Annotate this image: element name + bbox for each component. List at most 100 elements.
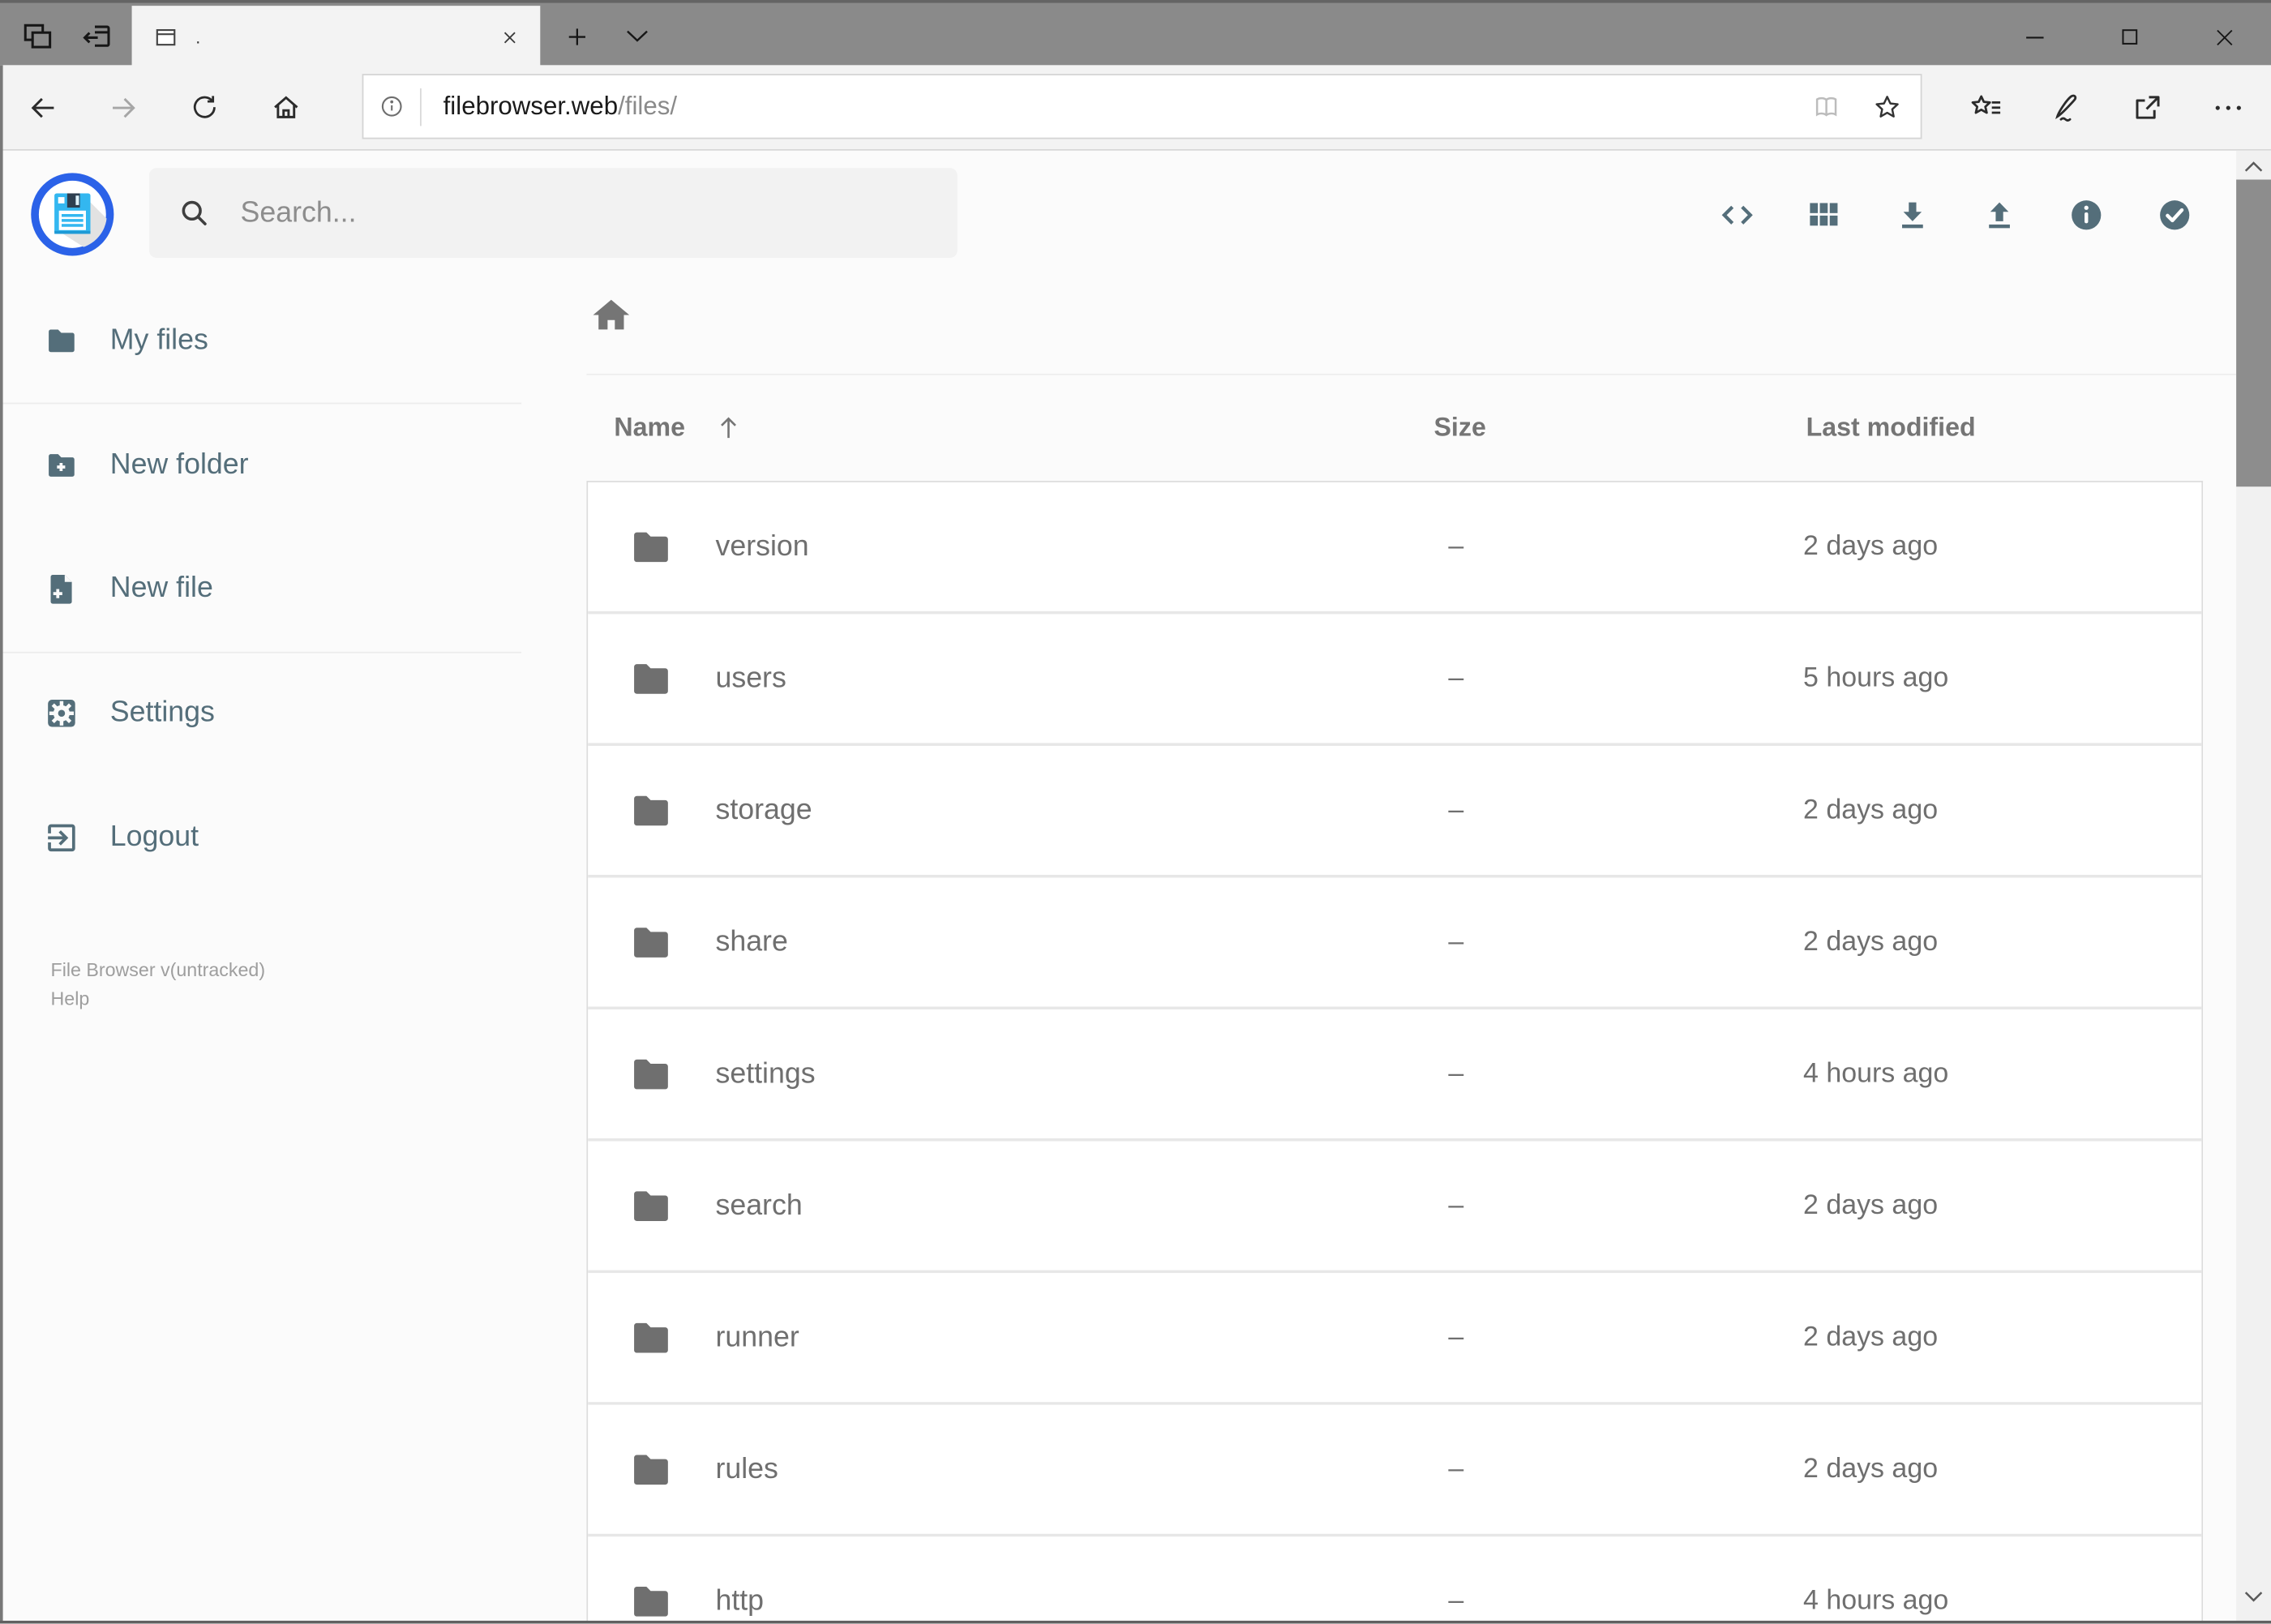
column-header-name[interactable]: Name <box>614 413 685 443</box>
home-button[interactable] <box>256 78 314 135</box>
sidebar-item-logout[interactable]: Logout <box>0 803 586 870</box>
site-info-icon[interactable] <box>378 92 405 120</box>
back-button[interactable] <box>13 78 71 135</box>
address-bar[interactable]: filebrowser.web/files/ <box>362 74 1922 139</box>
table-row[interactable]: search – 2 days ago <box>588 1141 2202 1274</box>
sidebar-item-my-files[interactable]: My files <box>0 307 586 374</box>
sidebar-item-new-file[interactable]: New file <box>0 555 586 621</box>
window-border-left <box>0 65 3 1624</box>
forward-icon <box>106 91 139 124</box>
browser-window: . filebrowser.web/files/ Search... My fi… <box>0 0 2271 1624</box>
file-modified: 2 days ago <box>1803 530 1939 562</box>
file-name: storage <box>715 793 812 826</box>
browser-navbar: filebrowser.web/files/ <box>0 65 2271 151</box>
folder-icon <box>627 1446 675 1493</box>
logout-icon <box>44 819 110 855</box>
sidebar-divider <box>0 402 522 405</box>
table-row[interactable]: share – 2 days ago <box>588 877 2202 1010</box>
browser-tab[interactable]: . <box>131 6 541 68</box>
refresh-button[interactable] <box>175 78 233 135</box>
sidebar-item-settings[interactable]: Settings <box>0 679 586 746</box>
scrollbar-thumb[interactable] <box>2236 179 2271 487</box>
breadcrumb-home-button[interactable] <box>585 289 637 341</box>
table-row[interactable]: users – 5 hours ago <box>588 614 2202 746</box>
search-input[interactable] <box>237 195 943 231</box>
minimize-icon <box>2022 24 2048 49</box>
file-modified: 4 hours ago <box>1803 1057 1949 1089</box>
table-row[interactable]: settings – 4 hours ago <box>588 1009 2202 1142</box>
sort-ascending-icon[interactable] <box>713 410 744 445</box>
folder-icon <box>627 1577 675 1624</box>
search-box[interactable] <box>148 168 958 258</box>
share-button[interactable] <box>2118 78 2175 135</box>
table-row[interactable]: version – 2 days ago <box>588 482 2202 615</box>
view-module-icon <box>1805 195 1842 233</box>
file-modified: 2 days ago <box>1803 1453 1939 1485</box>
url-separator <box>420 88 422 126</box>
check-circle-icon <box>2154 195 2193 234</box>
set-tabs-aside-button[interactable] <box>72 16 122 57</box>
settings-gear-icon <box>44 695 110 731</box>
refresh-icon <box>188 92 220 123</box>
more-button[interactable] <box>2199 78 2256 135</box>
window-close-button[interactable] <box>2192 6 2258 68</box>
file-modified: 2 days ago <box>1803 926 1939 957</box>
table-row[interactable]: rules – 2 days ago <box>588 1404 2202 1537</box>
page-icon <box>152 24 180 49</box>
filebrowser-app: My files New folder <box>0 150 2271 1624</box>
column-header-modified[interactable]: Last modified <box>1806 413 1976 443</box>
annotate-button[interactable] <box>2037 78 2094 135</box>
folder-icon <box>627 1313 675 1361</box>
set-tabs-aside-icon <box>77 19 118 54</box>
folder-icon <box>627 1050 675 1098</box>
forward-button[interactable] <box>94 78 152 135</box>
window-maximize-button[interactable] <box>2096 6 2162 68</box>
select-multiple-button[interactable] <box>2142 182 2206 246</box>
favorites-hub-button[interactable] <box>1956 78 2014 135</box>
folder-plus-icon <box>44 447 110 483</box>
home-icon <box>589 294 633 338</box>
tab-close-icon[interactable] <box>497 24 523 49</box>
new-tab-button[interactable] <box>553 17 599 54</box>
pen-icon <box>2047 89 2084 126</box>
scrollbar-down-icon[interactable] <box>2242 1588 2265 1605</box>
page-scrollbar[interactable] <box>2236 150 2271 1624</box>
tab-preview-button[interactable] <box>15 16 61 57</box>
new-tab-icon <box>564 24 589 48</box>
sidebar-item-label: Logout <box>109 820 199 853</box>
sidebar-item-new-folder[interactable]: New folder <box>0 431 586 498</box>
info-button[interactable] <box>2054 182 2118 246</box>
maximize-icon <box>2119 26 2140 48</box>
filebrowser-logo[interactable] <box>31 173 115 257</box>
download-button[interactable] <box>1880 182 1944 246</box>
folder-icon <box>627 919 675 966</box>
code-view-button[interactable] <box>1705 182 1769 246</box>
tab-list-button[interactable] <box>614 17 660 54</box>
folder-icon <box>627 654 675 702</box>
file-size: – <box>1448 662 1464 693</box>
info-circle-icon <box>2066 195 2105 234</box>
reading-view-icon[interactable] <box>1810 91 1842 122</box>
file-name: search <box>715 1189 803 1221</box>
window-minimize-button[interactable] <box>2002 6 2068 68</box>
grid-view-icon[interactable] <box>1792 182 1856 246</box>
hub-icon <box>1968 89 2004 126</box>
url-path: /files/ <box>618 91 678 121</box>
content-divider <box>586 373 2237 375</box>
column-header-size[interactable]: Size <box>1433 413 1485 443</box>
file-size: – <box>1448 926 1464 957</box>
home-icon <box>268 91 302 124</box>
table-row[interactable]: runner – 2 days ago <box>588 1273 2202 1405</box>
help-link[interactable]: Help <box>51 985 266 1014</box>
file-size: – <box>1448 1189 1464 1221</box>
scrollbar-up-icon[interactable] <box>2242 158 2265 175</box>
file-name: rules <box>715 1452 778 1485</box>
upload-button[interactable] <box>1967 182 2031 246</box>
tab-preview-icon <box>19 19 56 54</box>
favorite-star-icon[interactable] <box>1871 91 1903 122</box>
table-row[interactable]: storage – 2 days ago <box>588 745 2202 878</box>
table-row[interactable]: http – 4 hours ago <box>588 1536 2202 1624</box>
file-size: – <box>1448 530 1464 562</box>
folder-icon <box>627 786 675 834</box>
more-icon <box>2209 89 2246 126</box>
